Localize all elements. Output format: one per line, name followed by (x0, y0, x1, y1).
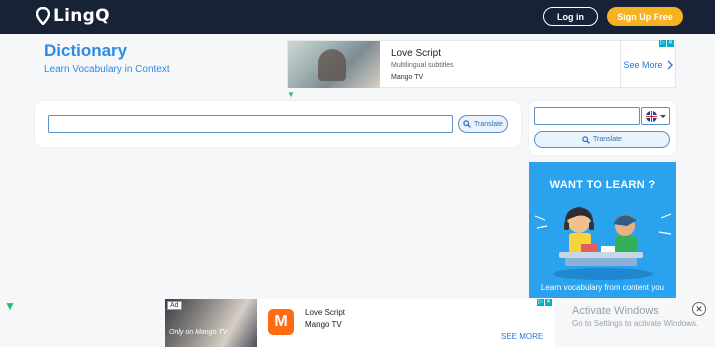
close-ad-icon[interactable]: ✕ (692, 302, 706, 316)
bottom-advertisement[interactable]: Ad Only on Mango TV M Love Script Mango … (165, 299, 554, 347)
top-advertisement[interactable]: Love Script Multilingual subtitles Mango… (287, 40, 676, 88)
watermark-line-2: Go to Settings to activate Windows. (572, 319, 699, 328)
poster-caption: Only on Mango TV (169, 329, 228, 336)
uk-flag-icon (645, 110, 657, 122)
search-icon (463, 120, 471, 128)
page-subtitle: Learn Vocabulary in Context (44, 64, 170, 75)
side-search-input[interactable] (534, 107, 640, 125)
caret-down-icon (659, 114, 666, 118)
translate-button-label: Translate (474, 120, 503, 128)
ad-badge: Ad (167, 301, 182, 310)
ad-choices-icons[interactable]: ▷ ✕ (659, 40, 675, 47)
ad-line-2: Mango TV (391, 74, 424, 81)
ad-thumbnail[interactable] (288, 41, 380, 88)
bottom-ad-title[interactable]: Love Script (305, 308, 345, 317)
ad-close-icon[interactable]: ✕ (667, 40, 674, 47)
bottom-ad-choices-icons[interactable]: ▷ ✕ (537, 299, 553, 306)
bottom-ad-see-more[interactable]: SEE MORE (501, 332, 543, 341)
students-illustration (534, 206, 672, 280)
lingq-pin-icon (36, 7, 50, 25)
search-icon (582, 135, 590, 144)
ad-see-more-label: See More (623, 59, 663, 70)
ad-see-more-button[interactable]: See More (620, 41, 676, 88)
side-translate-card: Translate (529, 101, 676, 155)
language-select[interactable] (641, 107, 670, 125)
lingq-logo[interactable]: LingQ (36, 4, 110, 28)
ad-vendor-icon[interactable]: ▼ (287, 91, 295, 99)
top-nav-bar: LingQ Log in Sign Up Free (0, 0, 715, 34)
word-search-input[interactable] (48, 115, 453, 133)
ad-info-icon[interactable]: ▷ (659, 40, 666, 47)
side-translate-button[interactable]: Translate (534, 131, 670, 148)
learn-ad-subline: Learn vocabulary from content you (540, 283, 665, 292)
watermark-line-1: Activate Windows (572, 305, 659, 317)
learn-advertisement[interactable]: WANT TO LEARN ? Learn vocabulary from co… (529, 162, 676, 298)
brand-name: LingQ (53, 6, 110, 26)
bottom-ad-subtitle: Mango TV (305, 320, 342, 329)
ad-info-icon[interactable]: ▷ (537, 299, 544, 306)
signup-button[interactable]: Sign Up Free (607, 7, 683, 26)
ad-close-icon[interactable]: ✕ (545, 299, 552, 306)
windows-activation-watermark: Activate Windows Go to Settings to activ… (572, 305, 698, 328)
ad-line-1: Multilingual subtitles (391, 62, 454, 69)
learn-ad-headline: WANT TO LEARN ? (549, 179, 656, 191)
ad-title[interactable]: Love Script (391, 48, 441, 59)
translate-button[interactable]: Translate (458, 115, 508, 133)
chevron-right-icon (667, 60, 673, 69)
translate-card: Translate (35, 101, 521, 147)
login-button[interactable]: Log in (543, 7, 598, 26)
mango-tv-logo[interactable]: M (268, 309, 294, 335)
ad-poster-image[interactable]: Ad Only on Mango TV (165, 299, 257, 347)
side-translate-button-label: Translate (593, 136, 622, 143)
ad-vendor-icon-left[interactable]: ▼ (4, 300, 16, 312)
page-title: Dictionary (44, 41, 128, 60)
